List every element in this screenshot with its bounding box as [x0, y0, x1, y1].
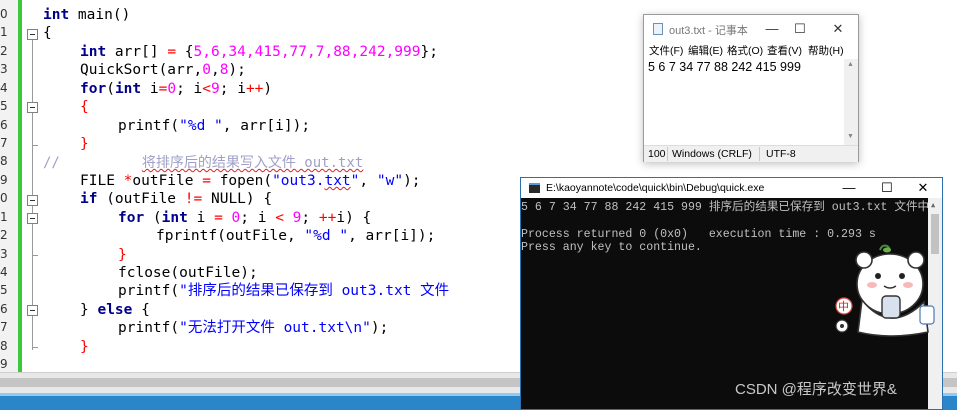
code-line[interactable]: printf("%d ", arr[i]); — [118, 117, 310, 135]
status-separator — [667, 147, 668, 161]
line-number: 9 — [0, 173, 8, 187]
code-line[interactable]: { — [80, 98, 89, 116]
line-number: 8 — [0, 339, 8, 353]
line-number: 5 — [0, 283, 8, 297]
vertical-scrollbar[interactable]: ▲ ▼ — [844, 59, 858, 145]
line-number: 2 — [0, 228, 8, 242]
fold-end-marker — [32, 255, 38, 256]
line-number: 1 — [0, 210, 8, 224]
line-number: 4 — [0, 265, 8, 279]
code-line[interactable]: int main() — [43, 6, 130, 24]
zoom-level: 100 — [648, 148, 666, 160]
code-line[interactable]: for (int i = 0; i < 9; ++i) { — [118, 209, 371, 227]
fold-toggle[interactable] — [27, 29, 38, 40]
line-number: 4 — [0, 81, 8, 95]
csdn-watermark: CSDN @程序改变世界& — [735, 381, 897, 398]
console-title-bar[interactable]: E:\kaoyannote\code\quick\bin\Debug\quick… — [521, 178, 942, 198]
menu-file[interactable]: 文件(F) — [649, 43, 683, 58]
line-number: 1 — [0, 25, 8, 39]
window-title: out3.txt - 记事本 — [669, 25, 748, 37]
maximize-button[interactable]: ☐ — [868, 178, 906, 198]
code-line[interactable]: //将排序后的结果写入文件 out.txt — [43, 154, 363, 172]
code-line[interactable]: printf("排序后的结果已保存到 out3.txt 文件 — [118, 282, 449, 300]
encoding: UTF-8 — [766, 148, 796, 160]
fold-guide-line — [32, 30, 33, 350]
code-line[interactable]: fprintf(outFile, "%d ", arr[i]); — [156, 227, 435, 245]
notepad-status-bar: 100 Windows (CRLF) UTF-8 — [644, 145, 858, 162]
scroll-down-icon[interactable]: ▼ — [847, 133, 854, 140]
fold-end-marker — [32, 347, 38, 348]
menu-format[interactable]: 格式(O) — [727, 43, 763, 58]
line-number: 9 — [0, 357, 8, 371]
code-line[interactable]: } — [118, 246, 127, 264]
scroll-up-icon[interactable]: ▲ — [931, 201, 935, 209]
code-line[interactable]: FILE *outFile = fopen("out3.txt", "w"); — [80, 172, 421, 190]
line-number: 7 — [0, 320, 8, 334]
line-number: 6 — [0, 302, 8, 316]
text-content[interactable]: 5 6 7 34 77 88 242 415 999 — [648, 60, 801, 74]
notepad-title-bar[interactable]: out3.txt - 记事本 — ☐ ✕ — [644, 15, 858, 43]
code-line[interactable]: if (outFile != NULL) { — [80, 190, 272, 208]
fold-toggle[interactable] — [27, 213, 38, 224]
console-line: Process returned 0 (0x0) execution time … — [521, 228, 876, 241]
console-line: 5 6 7 34 77 88 242 415 999 排序后的结果已保存到 ou… — [521, 201, 930, 214]
line-number: 0 — [0, 7, 8, 21]
sticker-badge: 中 — [838, 300, 849, 313]
console-app-icon — [529, 183, 540, 193]
maximize-button[interactable]: ☐ — [786, 19, 814, 39]
line-number: 5 — [0, 99, 8, 113]
line-number: 3 — [0, 247, 8, 261]
menu-help[interactable]: 帮助(H) — [808, 43, 844, 58]
fold-toggle[interactable] — [27, 305, 38, 316]
line-number: 0 — [0, 191, 8, 205]
close-button[interactable]: ✕ — [904, 178, 942, 198]
line-number: 3 — [0, 62, 8, 76]
line-number: 8 — [0, 154, 8, 168]
line-number-gutter: 0 1 2 3 4 5 6 7 8 9 0 1 2 3 4 5 6 7 8 9 — [0, 0, 18, 393]
menu-view[interactable]: 查看(V) — [767, 43, 802, 58]
line-number: 7 — [0, 136, 8, 150]
fold-end-marker — [32, 145, 38, 146]
line-ending: Windows (CRLF) — [672, 148, 752, 160]
minimize-button[interactable]: — — [758, 19, 786, 39]
code-line[interactable]: printf("无法打开文件 out.txt\n"); — [118, 319, 388, 337]
code-line[interactable]: for(int i=0; i<9; i++) — [80, 80, 272, 98]
fold-toggle[interactable] — [27, 102, 38, 113]
close-button[interactable]: ✕ — [824, 19, 852, 39]
code-line[interactable]: { — [43, 24, 52, 42]
console-line: Press any key to continue. — [521, 241, 702, 254]
code-line[interactable]: int arr[] = {5,6,34,415,77,7,88,242,999}… — [80, 43, 438, 61]
menu-bar: 文件(F) 编辑(E) 格式(O) 查看(V) 帮助(H) — [644, 43, 858, 59]
fold-toggle[interactable] — [27, 195, 38, 206]
code-line[interactable]: } else { — [80, 301, 150, 319]
change-marker-bar — [18, 0, 22, 372]
code-line[interactable]: } — [80, 135, 89, 153]
code-line[interactable]: fclose(outFile); — [118, 264, 258, 282]
line-number: 6 — [0, 118, 8, 132]
bear-sticker-image: 中 — [832, 240, 950, 340]
scroll-up-icon[interactable]: ▲ — [847, 61, 854, 68]
menu-edit[interactable]: 编辑(E) — [688, 43, 723, 58]
minimize-button[interactable]: — — [830, 178, 868, 198]
status-separator — [759, 147, 760, 161]
window-title: E:\kaoyannote\code\quick\bin\Debug\quick… — [546, 182, 765, 194]
notepad-document-icon — [653, 23, 663, 35]
notepad-window[interactable]: out3.txt - 记事本 — ☐ ✕ 文件(F) 编辑(E) 格式(O) 查… — [643, 14, 859, 162]
line-number: 2 — [0, 44, 8, 58]
code-line[interactable]: QuickSort(arr,0,8); — [80, 61, 246, 79]
code-line[interactable]: } — [80, 338, 89, 356]
